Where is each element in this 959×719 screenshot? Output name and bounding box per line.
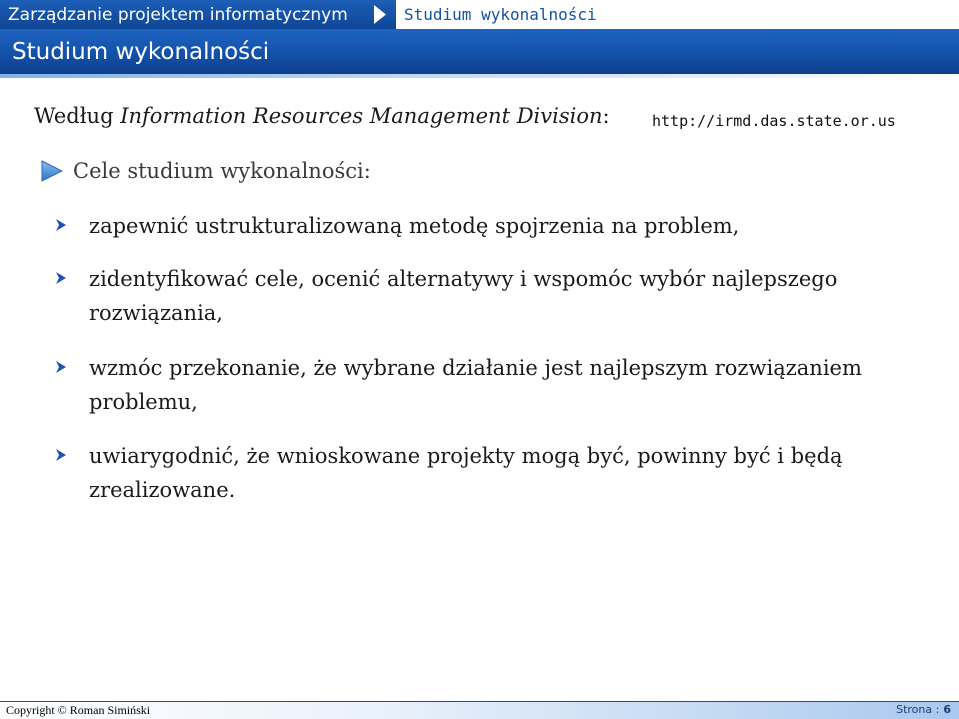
bullet-arrow-icon (56, 449, 66, 461)
list-item: wzmóc przekonanie, że wybrane działanie … (56, 351, 879, 419)
bullet-arrow-icon (56, 219, 66, 231)
bullet-arrow-icon (56, 361, 66, 373)
list-item: uwiarygodnić, że wnioskowane projekty mo… (56, 439, 879, 507)
breadcrumb-current-tab: Studium wykonalności (396, 0, 959, 29)
title-underline (0, 74, 959, 78)
section-arrow-icon (41, 160, 63, 182)
source-prefix: Według (34, 104, 121, 128)
footer-page-label: Strona : (896, 703, 940, 716)
list-item: zidentyfikować cele, ocenić alternatywy … (56, 262, 879, 330)
section-heading: Cele studium wykonalności: (73, 159, 371, 183)
footer-bar: Copyright © Roman Simiński Strona :6 (0, 701, 959, 719)
footer-page-number: 6 (943, 703, 951, 716)
page-title: Studium wykonalności (12, 38, 270, 65)
bullet-text: zidentyfikować cele, ocenić alternatywy … (89, 267, 838, 325)
bullet-arrow-icon (56, 272, 66, 284)
top-header-bar: Zarządzanie projektem informatycznym Stu… (0, 0, 959, 29)
source-suffix: : (602, 104, 610, 128)
course-title-area: Zarządzanie projektem informatycznym (0, 0, 393, 29)
breadcrumb-current: Studium wykonalności (404, 5, 597, 24)
bullet-text: uwiarygodnić, że wnioskowane projekty mo… (89, 444, 843, 502)
list-item: zapewnić ustrukturalizowaną metodę spojr… (56, 209, 879, 243)
source-url: http://irmd.das.state.or.us (652, 112, 896, 130)
title-bar: Studium wykonalności (0, 29, 959, 74)
bullet-text: wzmóc przekonanie, że wybrane działanie … (89, 356, 862, 414)
source-organization: Information Resources Management Divisio… (120, 104, 603, 128)
bullet-text: zapewnić ustrukturalizowaną metodę spojr… (89, 214, 740, 238)
breadcrumb-arrow-icon (374, 5, 386, 24)
footer-copyright: Copyright © Roman Simiński (6, 703, 151, 717)
source-line: Według Information Resources Management … (34, 104, 610, 128)
footer-page-indicator: Strona :6 (896, 703, 951, 716)
course-title: Zarządzanie projektem informatycznym (8, 4, 348, 25)
